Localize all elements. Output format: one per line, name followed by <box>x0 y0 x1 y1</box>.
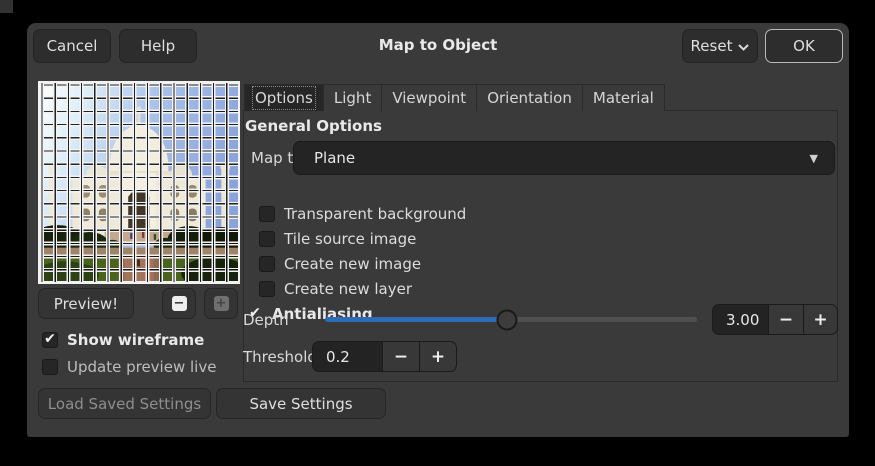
tab-bar: Options Light Viewpoint Orientation Mate… <box>244 84 665 111</box>
minus-icon: − <box>394 347 408 367</box>
preview-area[interactable] <box>38 81 240 284</box>
checkbox-box: ✔ <box>42 359 58 375</box>
reset-button-label: Reset <box>691 37 733 55</box>
ok-button[interactable]: OK <box>765 29 843 63</box>
update-preview-live-checkbox[interactable]: ✔ Update preview live <box>42 357 216 376</box>
preview-button-label: Preview! <box>54 295 118 313</box>
create-new-layer-checkbox[interactable]: ✔ Create new layer <box>259 279 412 298</box>
update-preview-live-label: Update preview live <box>67 358 216 376</box>
load-saved-settings-label: Load Saved Settings <box>48 395 201 413</box>
zoom-out-icon: − <box>172 296 187 311</box>
depth-slider-fill <box>325 317 507 322</box>
ok-button-label: OK <box>793 37 815 55</box>
threshold-decrement-button[interactable]: − <box>383 341 420 372</box>
zoom-in-button[interactable]: + <box>204 288 238 319</box>
checkbox-box: ✔ <box>259 256 275 272</box>
save-settings-button[interactable]: Save Settings <box>216 388 386 419</box>
check-icon: ✔ <box>44 332 56 346</box>
wireframe-grid-overlay <box>40 83 238 282</box>
checkbox-box: ✔ <box>259 206 275 222</box>
preview-button[interactable]: Preview! <box>38 288 134 319</box>
minus-icon: − <box>779 310 793 330</box>
checkbox-box: ✔ <box>259 231 275 247</box>
checkbox-box: ✔ <box>42 332 58 348</box>
zoom-in-icon: + <box>214 296 229 311</box>
show-wireframe-label: Show wireframe <box>67 331 204 349</box>
map-to-object-dialog: Cancel Help Map to Object Reset OK <box>27 23 849 437</box>
transparent-background-label: Transparent background <box>284 205 466 223</box>
plus-icon: + <box>431 347 445 367</box>
tab-light[interactable]: Light <box>324 84 382 111</box>
tab-options[interactable]: Options <box>244 84 324 111</box>
threshold-increment-button[interactable]: + <box>420 341 457 372</box>
threshold-value: 0.2 <box>326 348 350 366</box>
save-settings-label: Save Settings <box>249 395 352 413</box>
tile-source-image-checkbox[interactable]: ✔ Tile source image <box>259 229 416 248</box>
screen-corner-notch <box>0 0 13 13</box>
transparent-background-checkbox[interactable]: ✔ Transparent background <box>259 204 466 223</box>
checkbox-box: ✔ <box>259 281 275 297</box>
dropdown-arrow-icon: ▼ <box>810 152 834 165</box>
tab-orientation[interactable]: Orientation <box>477 84 583 111</box>
map-to-dropdown[interactable]: Plane ▼ <box>293 141 835 175</box>
show-wireframe-checkbox[interactable]: ✔ Show wireframe <box>42 330 204 349</box>
map-to-value: Plane <box>294 149 355 167</box>
create-new-image-checkbox[interactable]: ✔ Create new image <box>259 254 421 273</box>
create-new-image-label: Create new image <box>284 255 421 273</box>
load-saved-settings-button[interactable]: Load Saved Settings <box>38 388 211 419</box>
threshold-label: Threshold <box>243 348 317 366</box>
tile-source-image-label: Tile source image <box>284 230 416 248</box>
threshold-value-entry[interactable]: 0.2 <box>312 341 383 372</box>
depth-label: Depth <box>243 311 289 329</box>
tab-viewpoint[interactable]: Viewpoint <box>382 84 477 111</box>
create-new-layer-label: Create new layer <box>284 280 412 298</box>
tab-material[interactable]: Material <box>583 84 665 111</box>
general-options-heading: General Options <box>245 117 382 135</box>
plus-icon: + <box>813 310 827 330</box>
depth-slider-handle[interactable] <box>497 309 518 330</box>
zoom-out-button[interactable]: − <box>162 288 196 319</box>
depth-decrement-button[interactable]: − <box>769 304 804 335</box>
depth-value: 3.00 <box>726 311 759 329</box>
reset-button[interactable]: Reset <box>682 29 758 63</box>
chevron-down-icon <box>738 44 749 51</box>
depth-slider[interactable] <box>325 317 697 322</box>
depth-value-entry[interactable]: 3.00 <box>712 304 769 335</box>
depth-increment-button[interactable]: + <box>804 304 838 335</box>
